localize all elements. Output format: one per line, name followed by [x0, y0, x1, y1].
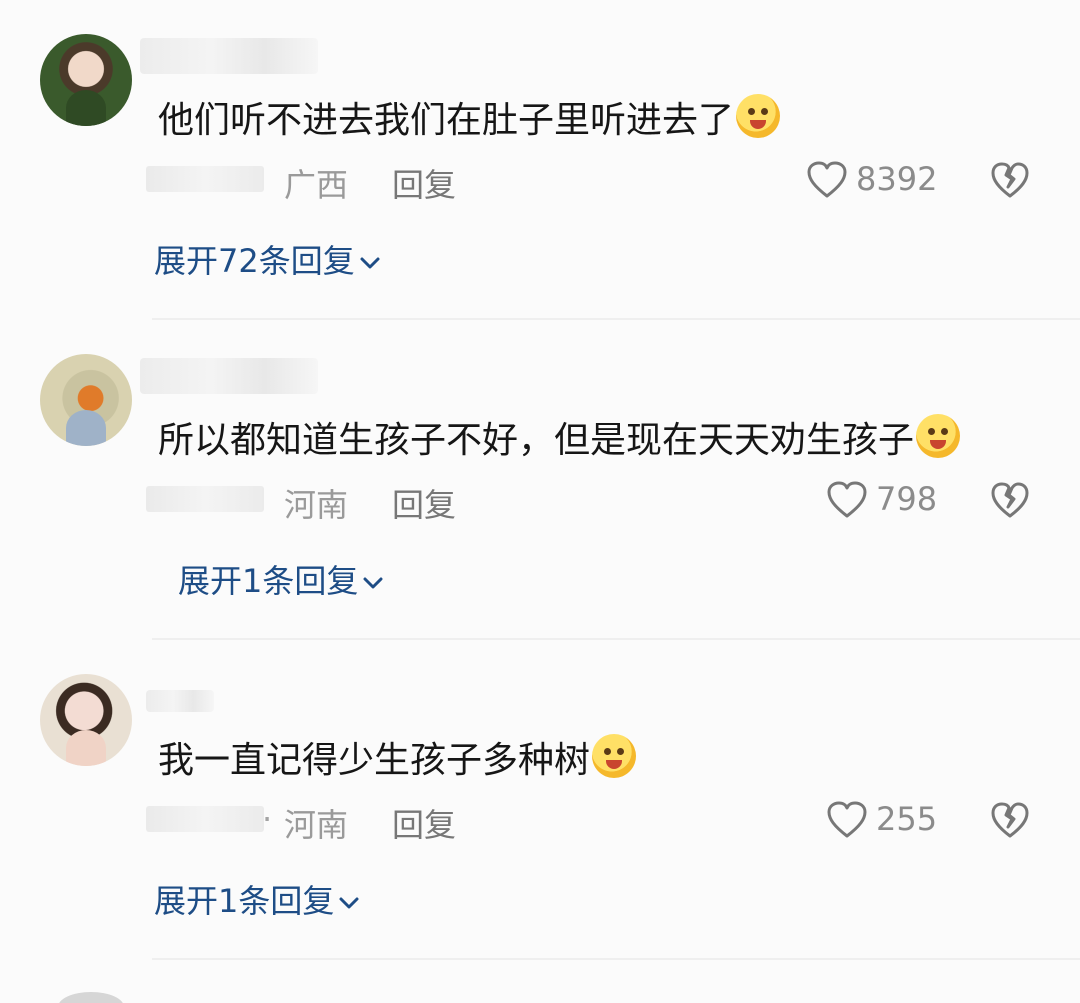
timestamp-blurred: [146, 806, 264, 832]
username-blurred[interactable]: [140, 358, 318, 394]
comment-body: 所以都知道生孩子不好，但是现在天天劝生孩子: [158, 420, 915, 461]
broken-heart-icon[interactable]: [990, 160, 1030, 200]
tongue-wink-emoji: [736, 94, 781, 138]
comment-body: 我一直记得少生孩子多种树: [158, 740, 591, 781]
avatar-figure: [66, 90, 106, 126]
avatar-figure: [66, 730, 106, 766]
chevron-down-icon: [363, 577, 383, 589]
comment-item: 我一直记得少生孩子多种树 · 河南 回复 255 展开1条回复: [0, 640, 1080, 960]
chevron-down-icon: [339, 897, 359, 909]
meta-separator: ·: [262, 800, 273, 838]
comment-text: 所以都知道生孩子不好，但是现在天天劝生孩子: [158, 414, 961, 467]
region-label: 河南: [284, 486, 349, 524]
comment-list: 他们听不进去我们在肚子里听进去了 广西 回复 8392 展开72条回复 所以都知…: [0, 0, 1080, 1003]
dizzy-smile-emoji: [916, 414, 961, 458]
timestamp-blurred: [146, 486, 264, 512]
expand-replies-link[interactable]: 展开1条回复: [154, 876, 362, 922]
comment-meta: 广西 回复 8392: [0, 160, 1080, 204]
expand-label: 展开1条回复: [154, 882, 335, 920]
divider: [152, 958, 1080, 960]
heart-icon[interactable]: [826, 800, 868, 840]
like-count: 255: [876, 800, 938, 838]
expand-label: 展开72条回复: [154, 242, 355, 280]
avatar-partial[interactable]: [58, 992, 124, 1003]
comment-body: 他们听不进去我们在肚子里听进去了: [158, 100, 735, 141]
comment-item: 他们听不进去我们在肚子里听进去了 广西 回复 8392 展开72条回复: [0, 0, 1080, 320]
expand-replies-link[interactable]: 展开72条回复: [154, 236, 383, 282]
comment-text: 他们听不进去我们在肚子里听进去了: [158, 94, 781, 147]
comment-text: 我一直记得少生孩子多种树: [158, 734, 637, 787]
like-count: 798: [876, 480, 938, 518]
broken-heart-icon[interactable]: [990, 800, 1030, 840]
reply-button[interactable]: 回复: [392, 480, 456, 526]
broken-heart-icon[interactable]: [990, 480, 1030, 520]
region-label: 河南: [284, 806, 349, 844]
comment-meta: · 河南 回复 255: [0, 800, 1080, 844]
region-label: 广西: [284, 166, 349, 204]
teary-eyes-emoji: [592, 734, 637, 778]
timestamp-blurred: [146, 166, 264, 192]
expand-replies-link[interactable]: 展开1条回复: [178, 556, 386, 602]
expand-label: 展开1条回复: [178, 562, 359, 600]
username-blurred[interactable]: [140, 38, 318, 74]
username-blurred[interactable]: [146, 690, 214, 712]
avatar-figure: [66, 410, 106, 446]
reply-button[interactable]: 回复: [392, 800, 456, 846]
avatar[interactable]: [40, 34, 132, 126]
comment-meta: 河南 回复 798: [0, 480, 1080, 524]
chevron-down-icon: [360, 257, 380, 269]
avatar[interactable]: [40, 674, 132, 766]
reply-button[interactable]: 回复: [392, 160, 456, 206]
comment-item: 所以都知道生孩子不好，但是现在天天劝生孩子 河南 回复 798 展开1条回复: [0, 320, 1080, 640]
heart-icon[interactable]: [826, 480, 868, 520]
avatar[interactable]: [40, 354, 132, 446]
heart-icon[interactable]: [806, 160, 848, 200]
like-count: 8392: [856, 160, 938, 198]
